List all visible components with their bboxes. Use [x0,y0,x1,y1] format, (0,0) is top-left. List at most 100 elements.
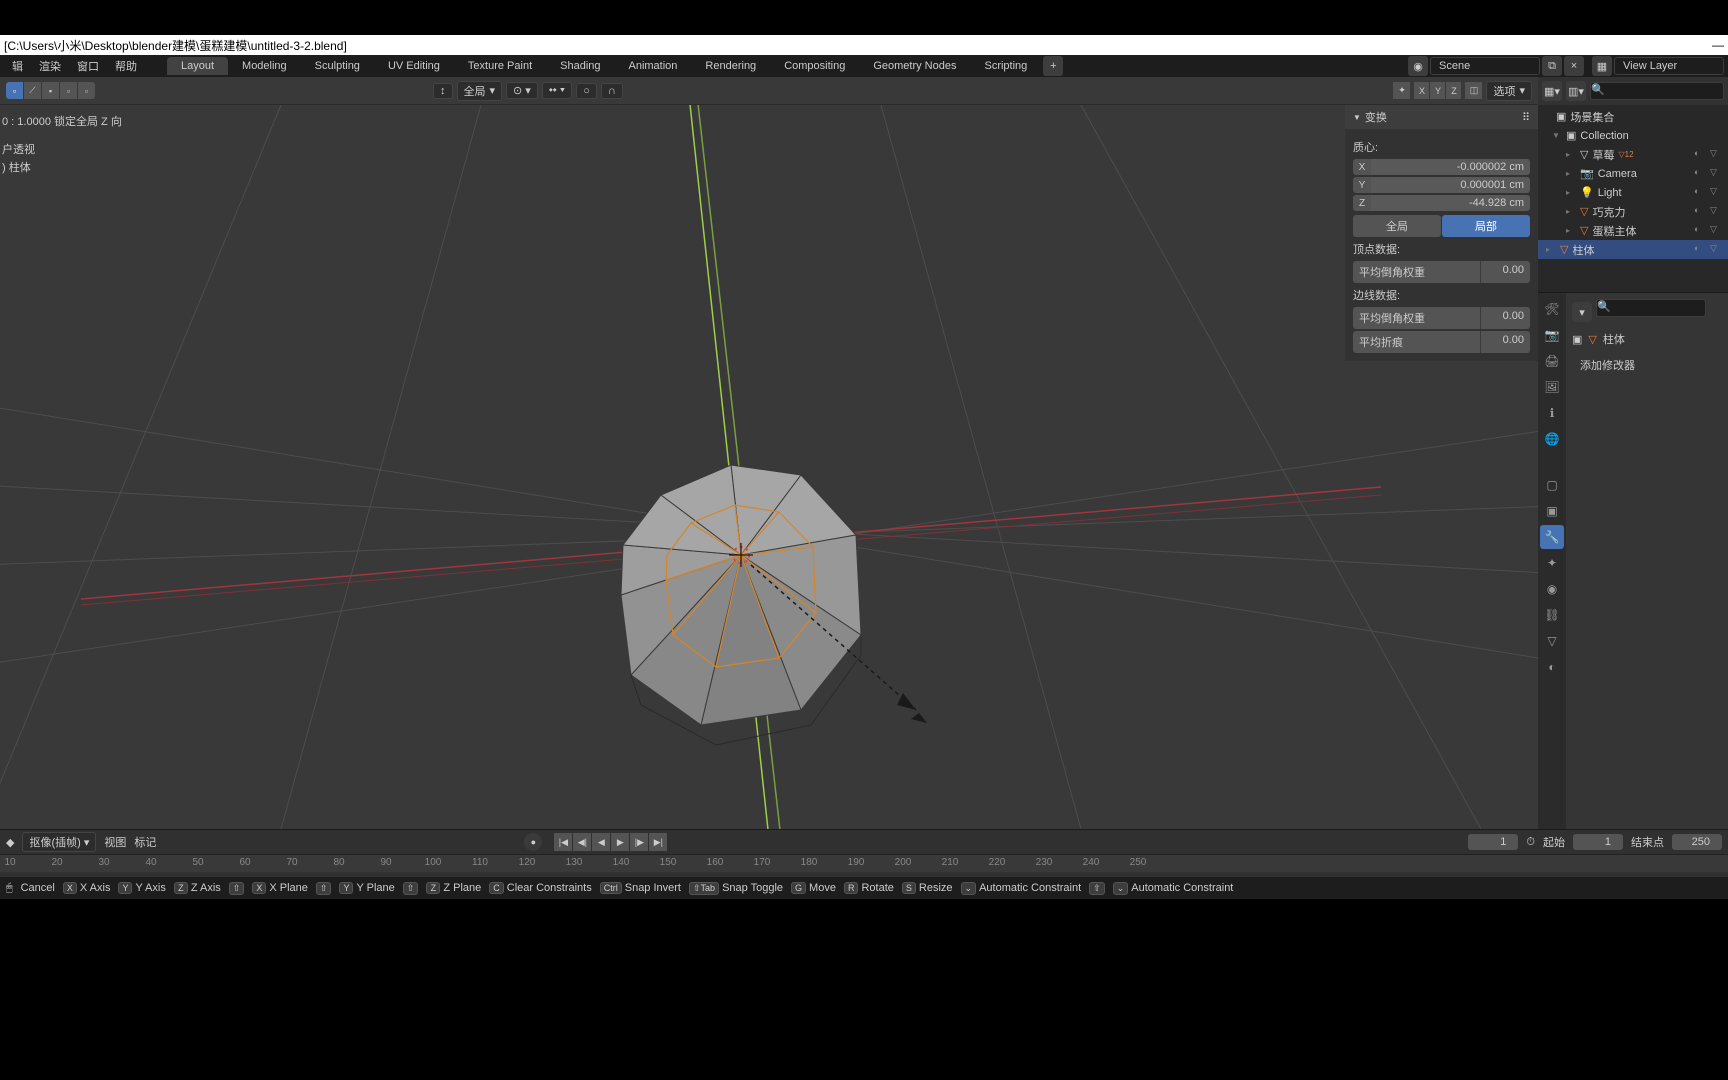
proptab-output[interactable]: 🖨 [1540,349,1564,373]
outliner-search[interactable]: 🔍 [1590,82,1724,100]
options-dropdown[interactable]: 选项 ▾ [1486,81,1532,101]
proptab-render[interactable]: 📷 [1540,323,1564,347]
proptab-scene[interactable]: ℹ [1540,401,1564,425]
transform-x[interactable]: -0.000002 cm [1371,159,1530,175]
hint: XX Plane [252,882,308,894]
orient-dropdown[interactable]: 全局 ▾ [457,81,503,101]
select-mode-edge[interactable]: ⟋ [24,82,41,99]
transform-header[interactable]: 变换⠿ [1345,105,1538,129]
scene-icon[interactable]: ◉ [1408,56,1428,76]
tab-layout[interactable]: Layout [167,57,228,75]
autokey-button[interactable]: ● [524,833,542,851]
timeline-marker[interactable]: 标记 [134,834,156,850]
proptab-material[interactable]: ◐ [1540,655,1564,679]
tab-shading[interactable]: Shading [546,57,614,75]
snap-dropdown[interactable]: ⬩⬩ ▾ [542,82,572,99]
proptab-object[interactable]: ▢ [1540,473,1564,497]
tab-texture-paint[interactable]: Texture Paint [454,57,546,75]
window-title: [C:\Users\小米\Desktop\blender建模\蛋糕建模\unti… [4,37,347,54]
tab-geometry-nodes[interactable]: Geometry Nodes [859,57,970,75]
jump-end[interactable]: ▶| [649,833,667,851]
start-frame[interactable]: 1 [1573,834,1623,850]
menu-帮助[interactable]: 帮助 [107,56,145,76]
timeline-ruler[interactable]: 1020304050607080901001101201301401501601… [0,854,1728,872]
select-mode-vertex[interactable]: ▫ [6,82,23,99]
mirror-z[interactable]: Z [1446,82,1461,99]
viewlayer-name[interactable]: View Layer [1614,57,1724,75]
proptab-object2[interactable]: ▣ [1540,499,1564,523]
add-modifier-button[interactable]: 添加修改器 [1572,353,1722,377]
minimize-button[interactable]: — [1712,38,1724,52]
proptab-constraint[interactable]: ⛓ [1540,603,1564,627]
outliner-display[interactable]: ▥▾ [1566,81,1586,101]
edge-crease[interactable]: 0.00 [1480,331,1530,353]
scene-name[interactable]: Scene [1430,57,1540,75]
outliner-item[interactable]: ▸▽柱体◐▽ [1538,240,1728,259]
tab-modeling[interactable]: Modeling [228,57,301,75]
cursor-dropdown[interactable]: ↕ [433,83,453,99]
tab-animation[interactable]: Animation [615,57,692,75]
tab-sculpting[interactable]: Sculpting [301,57,374,75]
add-workspace-button[interactable]: + [1043,56,1063,76]
select-mode-face[interactable]: ▪ [42,82,59,99]
outliner-item[interactable]: ▸💡Light◐▽ [1538,183,1728,202]
menu-窗口[interactable]: 窗口 [69,56,107,76]
transform-z[interactable]: -44.928 cm [1371,195,1530,211]
hint: ZZ Plane [426,882,481,894]
play-reverse[interactable]: ◀ [592,833,610,851]
timeline-view[interactable]: 视图 [104,834,126,850]
tab-compositing[interactable]: Compositing [770,57,859,75]
proptab-particle[interactable]: ✦ [1540,551,1564,575]
timeline-editor-icon[interactable]: ◆ [6,836,14,849]
select-mode-4[interactable]: ▫ [60,82,77,99]
proptab-tool[interactable]: 🛠 [1540,297,1564,321]
scene-delete-button[interactable]: × [1564,56,1584,76]
mirror-button[interactable]: ✦ [1393,82,1410,99]
play[interactable]: ▶ [611,833,629,851]
tab-scripting[interactable]: Scripting [970,57,1041,75]
transform-y[interactable]: 0.000001 cm [1371,177,1530,193]
space-local[interactable]: 局部 [1442,215,1530,237]
proptab-view[interactable]: 🖼 [1540,375,1564,399]
proptab-data[interactable]: ▽ [1540,629,1564,653]
outliner-item[interactable]: ▸▽草莓▽12◐▽ [1538,145,1728,164]
select-mode-5[interactable]: ▫ [78,82,95,99]
menu-渲染[interactable]: 渲染 [31,56,69,76]
proptab-world[interactable]: 🌐 [1540,427,1564,451]
overlay-toggle[interactable]: ◫ [1465,82,1482,99]
outliner-item[interactable]: ▸📷Camera◐▽ [1538,164,1728,183]
props-search[interactable]: 🔍 [1596,299,1706,317]
hint: ⇧ [229,882,245,895]
viewport-canvas[interactable] [0,105,1538,829]
outliner-mode[interactable]: ▦▾ [1542,81,1562,101]
space-global[interactable]: 全局 [1353,215,1441,237]
mirror-y[interactable]: Y [1430,82,1445,99]
keying-dropdown[interactable]: 抠像(插帧) ▾ [22,832,96,852]
current-frame[interactable]: 1 [1468,834,1518,850]
outliner-item[interactable]: ▸▽巧克力◐▽ [1538,202,1728,221]
keyframe-prev[interactable]: ◀| [573,833,591,851]
props-pin[interactable]: ▾ [1572,302,1592,322]
outliner-item[interactable]: ▸▽蛋糕主体◐▽ [1538,221,1728,240]
end-frame[interactable]: 250 [1672,834,1722,850]
outliner-collection[interactable]: ▼▣Collection [1538,126,1728,145]
scene-copy-button[interactable]: ⧉ [1542,56,1562,76]
mirror-x[interactable]: X [1414,82,1429,99]
proptab-physics[interactable]: ◉ [1540,577,1564,601]
edge-bevel[interactable]: 0.00 [1480,307,1530,329]
measure-dropdown[interactable]: ∩ [601,83,623,99]
viewport-3d[interactable]: ▫ ⟋ ▪ ▫ ▫ ↕ 全局 ▾ ⊙ ▾ ⬩⬩ ▾ ○ ∩ ✦ X Y Z ◫ … [0,77,1538,829]
properties: 🛠 📷 🖨 🖼 ℹ 🌐 ▢ ▣ 🔧 ✦ ◉ ⛓ ▽ ◐ ▾ 🔍 [1538,293,1728,829]
proportional-dropdown[interactable]: ○ [576,83,597,99]
vert-bevel[interactable]: 0.00 [1480,261,1530,283]
outliner-scene[interactable]: ▣场景集合 [1538,107,1728,126]
tab-rendering[interactable]: Rendering [691,57,770,75]
hint: CClear Constraints [489,882,591,894]
menu-辑[interactable]: 辑 [4,56,31,76]
proptab-modifier[interactable]: 🔧 [1540,525,1564,549]
keyframe-next[interactable]: |▶ [630,833,648,851]
viewlayer-icon[interactable]: ▦ [1592,56,1612,76]
jump-start[interactable]: |◀ [554,833,572,851]
tab-uv-editing[interactable]: UV Editing [374,57,454,75]
pivot-dropdown[interactable]: ⊙ ▾ [506,82,538,99]
